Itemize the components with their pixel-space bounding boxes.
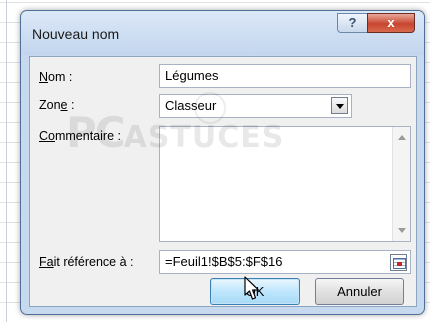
name-input-value: Légumes xyxy=(165,68,219,83)
watermark-sun-icon xyxy=(194,92,226,124)
range-picker-icon[interactable] xyxy=(390,254,407,271)
refers-to-label: Fait référence à : xyxy=(39,255,134,269)
scroll-down-icon[interactable] xyxy=(398,228,406,233)
dialog-body: Nom : Légumes Zone : Classeur Commentair… xyxy=(29,56,417,307)
name-input[interactable]: Légumes xyxy=(159,64,411,88)
watermark: PCASTUCES xyxy=(66,108,285,157)
refers-to-value: =Feuil1!$B$5:$F$16 xyxy=(165,254,283,269)
help-button[interactable]: ? xyxy=(337,13,368,33)
spreadsheet-column-line xyxy=(6,0,7,322)
dialog-titlebar[interactable]: Nouveau nom ? x xyxy=(21,11,424,55)
name-label: Nom : xyxy=(39,70,73,84)
question-icon: ? xyxy=(348,15,357,30)
dialog-title: Nouveau nom xyxy=(32,26,120,42)
scroll-up-icon[interactable] xyxy=(398,135,406,140)
cancel-button-label: Annuler xyxy=(337,284,382,299)
close-icon: x xyxy=(387,15,395,30)
cancel-button[interactable]: Annuler xyxy=(315,278,404,305)
mouse-cursor-icon xyxy=(244,276,260,300)
comment-scrollbar[interactable] xyxy=(392,127,410,241)
new-name-dialog: Nouveau nom ? x Nom : Légumes Zone : Cla… xyxy=(20,10,425,315)
refers-to-input[interactable]: =Feuil1!$B$5:$F$16 xyxy=(159,250,411,274)
close-button[interactable]: x xyxy=(367,13,415,33)
chevron-down-icon[interactable] xyxy=(331,97,348,114)
